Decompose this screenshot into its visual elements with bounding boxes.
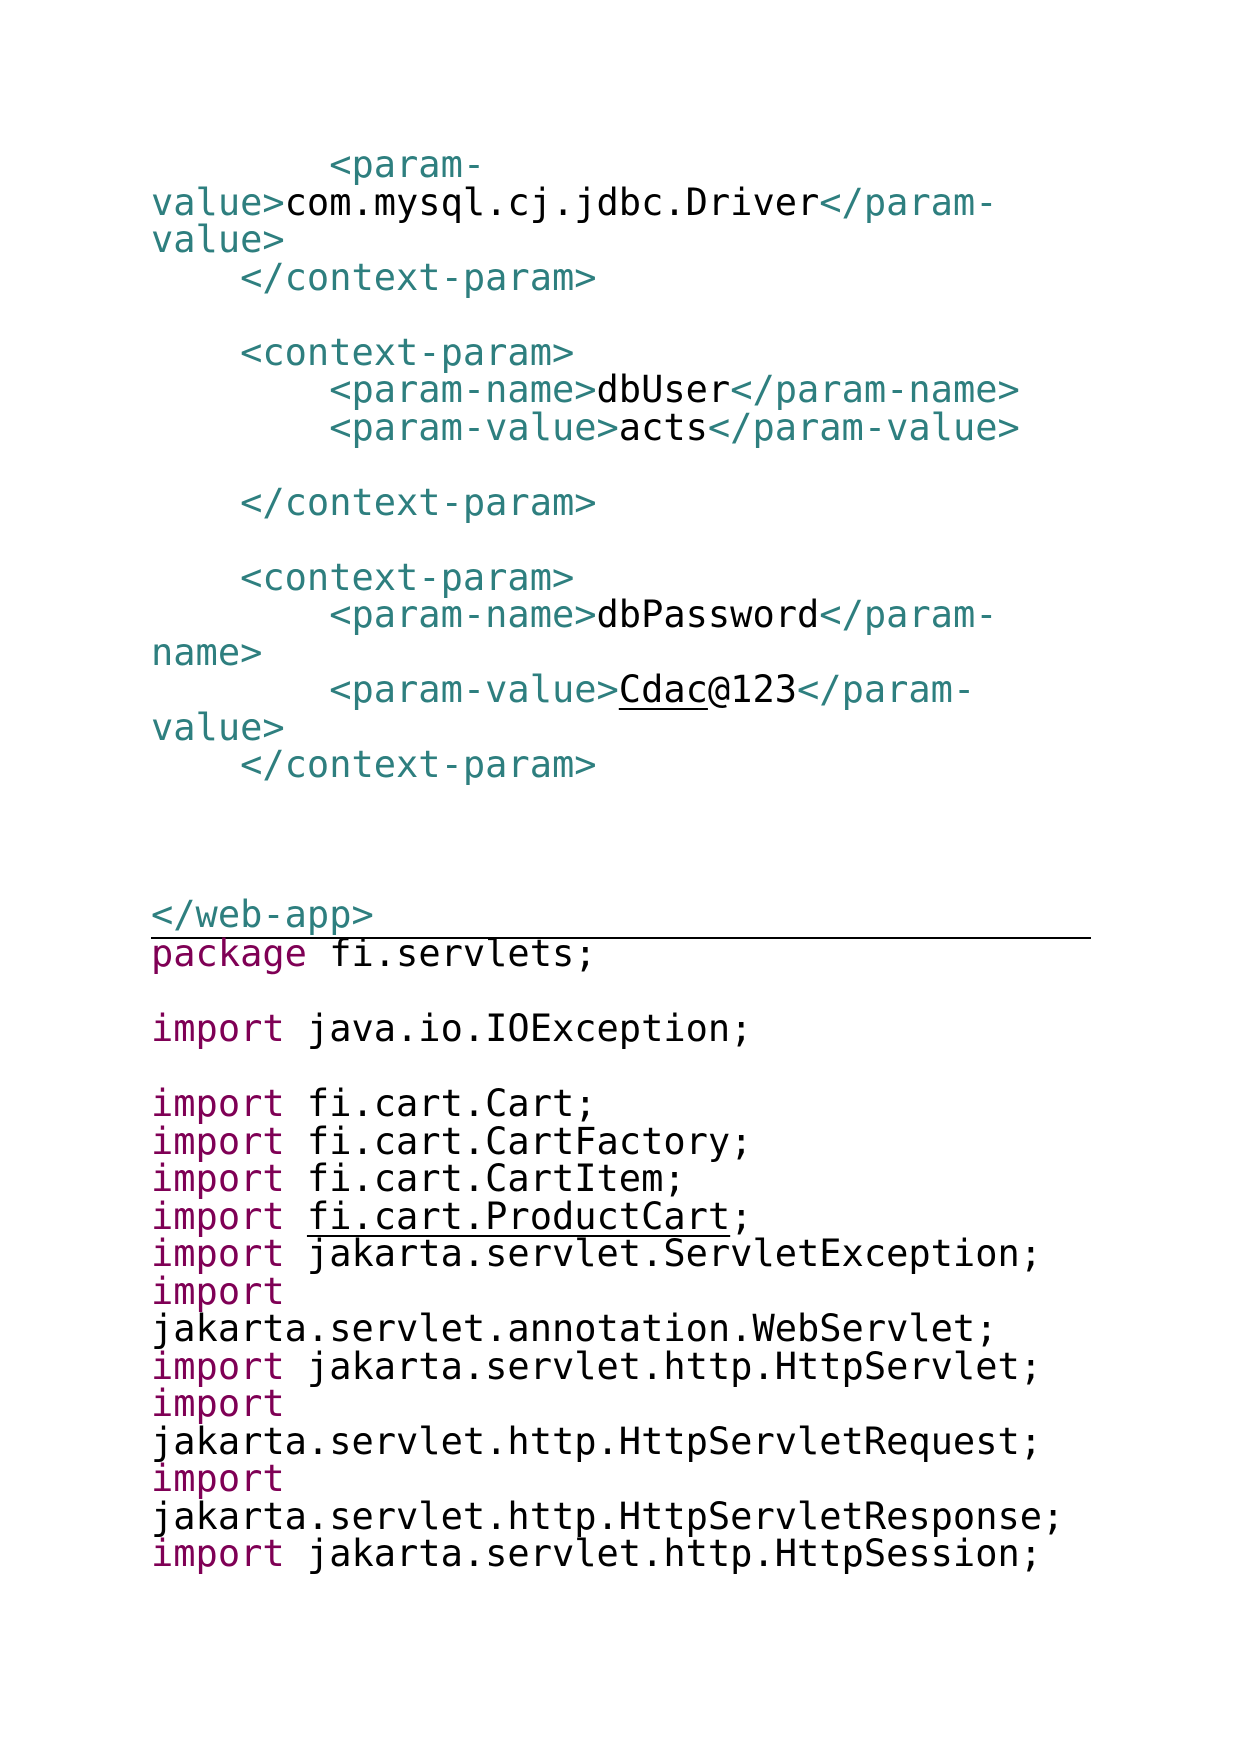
xml-code-line: <param-value>Cdac@123</param- [151, 671, 1020, 709]
code-token: package [151, 932, 307, 975]
java-code-line: import fi.cart.CartItem; [151, 1160, 1064, 1198]
code-token: </context-param> [151, 255, 597, 299]
code-token: </param-value> [707, 405, 1020, 449]
xml-code-line [151, 859, 1020, 897]
code-token: import [151, 1532, 285, 1575]
code-token: fi.servlets; [306, 932, 597, 975]
xml-code-line: <context-param> [151, 333, 1020, 372]
java-code-line: import [151, 1460, 1064, 1498]
xml-code-line: name> [151, 633, 1020, 672]
xml-code-line: <param-value>acts</param-value> [151, 405, 1020, 449]
xml-code-line [151, 521, 1020, 559]
java-code-line: import [151, 1385, 1064, 1423]
java-code-line: import [151, 1272, 1064, 1311]
code-token: jakarta.servlet.http.HttpServletRequest; [151, 1419, 1043, 1463]
xml-code-line [151, 784, 1020, 822]
xml-code-line: </context-param> [151, 480, 1020, 524]
xml-code-line: </web-app> [151, 896, 1020, 934]
xml-code-line [151, 821, 1020, 859]
java-code-line: import jakarta.servlet.http.HttpServlet; [151, 1344, 1064, 1388]
xml-code-line: value>com.mysql.cj.jdbc.Driver</param- [151, 180, 1020, 224]
xml-code-line [151, 446, 1020, 484]
java-code-line: jakarta.servlet.annotation.WebServlet; [151, 1310, 1064, 1348]
xml-code-line [151, 296, 1020, 334]
java-code-line: import fi.cart.CartFactory; [151, 1122, 1064, 1161]
java-code-line: package fi.servlets; [151, 935, 1064, 973]
code-token: </param- [819, 180, 998, 224]
code-token: </context-param> [151, 743, 597, 786]
xml-code-line: value> [151, 708, 1020, 747]
code-token: <param-value> [151, 405, 619, 449]
xml-code-line: </context-param> [151, 746, 1020, 784]
code-token: @123 [707, 668, 798, 711]
java-code-line: import java.io.IOException; [151, 1010, 1064, 1048]
java-code-line: jakarta.servlet.http.HttpServletRequest; [151, 1419, 1064, 1463]
code-token: import [151, 1007, 285, 1050]
code-token: </param- [797, 668, 976, 711]
xml-code-line: <param-name>dbPassword</param- [151, 596, 1020, 634]
document-page: <param-value>com.mysql.cj.jdbc.Driver</p… [0, 0, 1239, 1754]
code-token: </context-param> [151, 480, 597, 524]
xml-code-line: <param-name>dbUser</param-name> [151, 371, 1020, 409]
java-code-line: import fi.cart.Cart; [151, 1085, 1064, 1123]
java-code-line [151, 1048, 1064, 1086]
java-code-line: import jakarta.servlet.ServletException; [151, 1235, 1064, 1273]
code-token: </param- [819, 593, 998, 636]
xml-code-line: value> [151, 221, 1020, 259]
code-token: Cdac [618, 668, 708, 711]
code-token: com.mysql.cj.jdbc.Driver [284, 180, 820, 224]
xml-code-block: <param-value>com.mysql.cj.jdbc.Driver</p… [151, 146, 1020, 934]
code-token: </web-app> [151, 893, 374, 936]
java-code-line [151, 973, 1064, 1011]
code-token: dbPassword [596, 593, 820, 636]
java-code-line: import fi.cart.ProductCart; [151, 1197, 1064, 1236]
xml-code-line: </context-param> [151, 255, 1020, 299]
java-code-line: jakarta.servlet.http.HttpServletResponse… [151, 1497, 1064, 1536]
java-code-block: package fi.servlets; import java.io.IOExc… [151, 935, 1064, 1573]
code-token: acts [618, 405, 708, 449]
code-token: jakarta.servlet.http.HttpServlet; [284, 1344, 1043, 1388]
xml-code-line: <param- [151, 146, 1020, 184]
code-token: jakarta.servlet.http.HttpSession; [284, 1532, 1043, 1575]
xml-code-line: <context-param> [151, 558, 1020, 597]
java-code-line: import jakarta.servlet.http.HttpSession; [151, 1535, 1064, 1573]
code-token: java.io.IOException; [284, 1007, 753, 1050]
code-token: jakarta.servlet.ServletException; [284, 1232, 1043, 1275]
